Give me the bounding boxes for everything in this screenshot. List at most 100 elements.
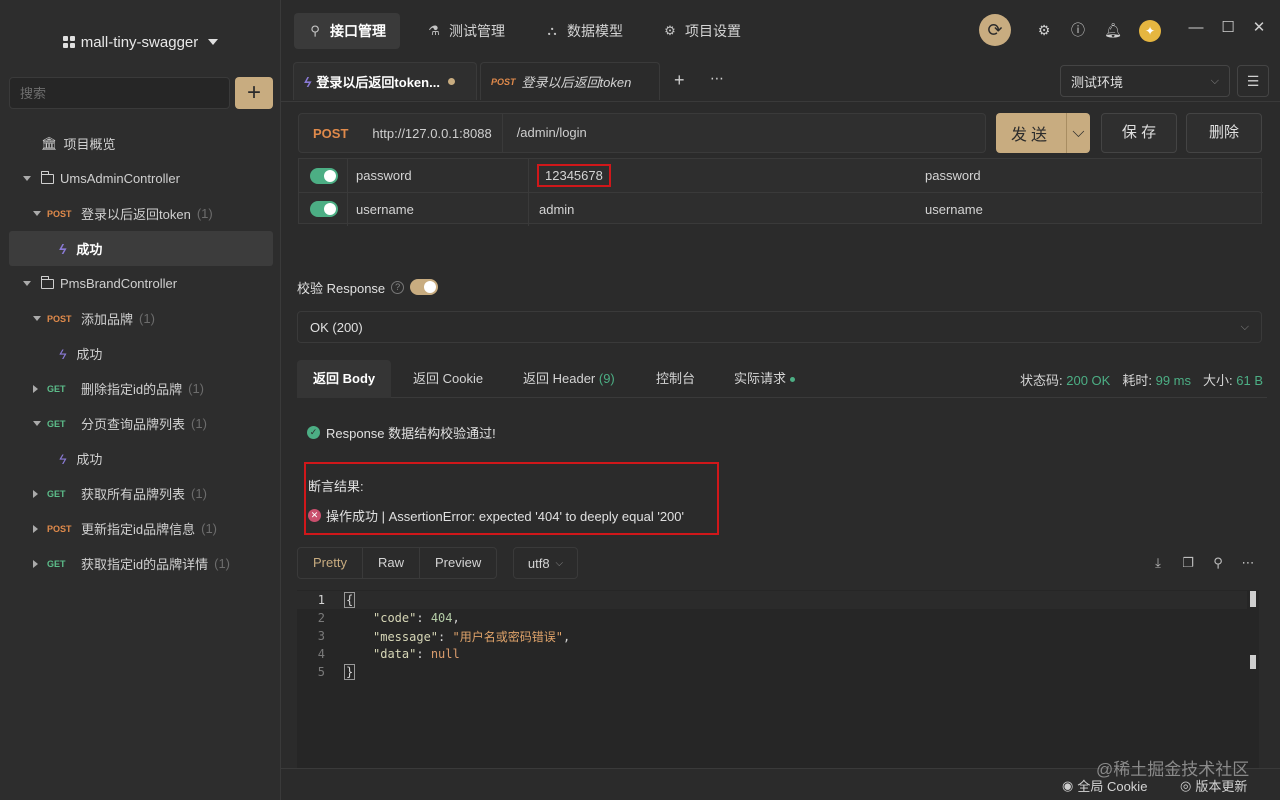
- tab-response-header[interactable]: 返回 Header (9): [507, 360, 631, 398]
- method-badge: POST: [47, 523, 72, 534]
- version-update-button[interactable]: ◎ 版本更新: [1180, 776, 1247, 795]
- chevron-down-icon: [33, 211, 41, 216]
- method-badge: GET: [47, 383, 66, 394]
- sidebar-case-success[interactable]: ϟ 成功: [9, 441, 273, 476]
- tab-label: 测试管理: [449, 23, 505, 39]
- send-label: 发送: [1010, 127, 1051, 144]
- scrollbar-thumb[interactable]: [1250, 591, 1256, 607]
- tab-response-body[interactable]: 返回 Body: [297, 360, 392, 398]
- count-badge: (9): [598, 371, 615, 386]
- download-icon[interactable]: ⤓: [1150, 555, 1166, 571]
- doc-tab-login-api[interactable]: POST 登录以后返回token: [480, 62, 660, 100]
- sidebar-api-login[interactable]: POST 登录以后返回token (1): [9, 196, 273, 231]
- base-url: http://127.0.0.1:8088: [372, 125, 492, 141]
- param-name[interactable]: password: [348, 159, 529, 192]
- chevron-down-icon[interactable]: ⌵: [1066, 113, 1090, 153]
- validate-label: 校验 Response: [297, 280, 386, 296]
- scrollbar-thumb[interactable]: [1250, 655, 1256, 669]
- project-switcher[interactable]: mall-tiny-swagger: [0, 30, 281, 54]
- more-icon[interactable]: ⋯: [710, 70, 724, 87]
- tab-api-management[interactable]: ⚲ 接口管理: [294, 13, 400, 49]
- sync-icon[interactable]: ⟳: [979, 14, 1011, 46]
- response-select[interactable]: OK (200) ⌵: [297, 311, 1262, 343]
- sidebar-item-label: 添加品牌: [81, 312, 134, 327]
- sidebar-item-label: 登录以后返回token: [81, 207, 191, 222]
- sidebar-item-overview[interactable]: 🏛︎ 项目概览: [9, 126, 273, 161]
- environment-select[interactable]: 测试环境 ⌵: [1060, 65, 1230, 97]
- sidebar-case-success[interactable]: ϟ 成功: [9, 231, 273, 266]
- update-icon: ◎: [1180, 777, 1192, 793]
- count-badge: (1): [196, 206, 213, 221]
- add-button[interactable]: +: [235, 77, 273, 109]
- sidebar-api-delete-brand[interactable]: GET 删除指定id的品牌 (1): [9, 371, 273, 406]
- minimize-icon[interactable]: —: [1186, 18, 1206, 38]
- bell-icon[interactable]: 🔔︎: [1103, 20, 1123, 40]
- enabled-toggle[interactable]: [310, 201, 338, 217]
- enabled-toggle[interactable]: [310, 167, 338, 184]
- sidebar-folder-umsadmin[interactable]: UmsAdminController: [9, 161, 273, 196]
- sidebar-folder-pmsbrand[interactable]: PmsBrandController: [9, 266, 273, 301]
- save-button[interactable]: 保 存: [1101, 113, 1177, 153]
- method-badge: GET: [47, 418, 66, 429]
- tab-label: 数据模型: [567, 23, 623, 39]
- param-value[interactable]: admin: [529, 193, 917, 226]
- tab-preview[interactable]: Preview: [420, 548, 496, 578]
- tab-actual-request[interactable]: 实际请求: [718, 360, 811, 398]
- help-icon[interactable]: ?: [391, 280, 405, 294]
- param-description[interactable]: password: [917, 159, 1261, 192]
- doc-tab-login-case[interactable]: ϟ 登录以后返回token...: [293, 62, 477, 100]
- chevron-right-icon: [33, 384, 38, 393]
- line-number: 1: [317, 593, 325, 607]
- encoding-select[interactable]: utf8 ⌵: [513, 547, 578, 579]
- url-bar[interactable]: POST http://127.0.0.1:8088 /admin/login: [298, 113, 986, 153]
- sidebar-item-label: 删除指定id的品牌: [81, 382, 183, 397]
- encoding-value: utf8: [527, 555, 550, 571]
- count-badge: (1): [191, 486, 207, 501]
- line-number: 2: [317, 611, 325, 625]
- menu-icon[interactable]: ☰: [1237, 65, 1269, 97]
- close-icon[interactable]: ✕: [1249, 18, 1269, 38]
- sidebar-api-add-brand[interactable]: POST 添加品牌 (1): [9, 301, 273, 336]
- sidebar-api-brand-detail[interactable]: GET 获取指定id的品牌详情 (1): [9, 546, 273, 581]
- sidebar-item-label: PmsBrandController: [60, 276, 178, 291]
- tab-raw[interactable]: Raw: [363, 548, 420, 578]
- assertion-message: 操作成功 | AssertionError: expected '404' to…: [326, 509, 684, 524]
- status-dot: [789, 377, 795, 383]
- count-badge: (1): [214, 556, 231, 571]
- folder-icon: [40, 275, 54, 289]
- add-tab-icon[interactable]: +: [674, 70, 685, 91]
- response-body-code[interactable]: 1 { 2 "code": 404, 3 "message": "用户名或密码错…: [297, 590, 1259, 768]
- tab-response-cookie[interactable]: 返回 Cookie: [397, 360, 499, 398]
- maximize-icon[interactable]: ☐: [1218, 18, 1238, 38]
- copy-icon[interactable]: ❐: [1180, 555, 1196, 571]
- settings-icon[interactable]: ⚙: [1034, 20, 1054, 40]
- sidebar-item-label: 项目概览: [63, 137, 116, 152]
- tab-data-model[interactable]: ⛬ 数据模型: [531, 13, 637, 49]
- send-button[interactable]: 发送 ⌵: [996, 113, 1090, 153]
- avatar[interactable]: ✦: [1139, 20, 1161, 42]
- tab-project-settings[interactable]: ⚙ 项目设置: [649, 13, 755, 49]
- search-icon[interactable]: ⚲: [1210, 555, 1226, 571]
- param-description[interactable]: username: [917, 193, 1261, 226]
- param-value-cell[interactable]: 12345678: [529, 159, 917, 192]
- gear-icon: ⚙: [664, 23, 676, 38]
- param-value: 12345678: [537, 164, 611, 187]
- sidebar-api-all-brands[interactable]: GET 获取所有品牌列表 (1): [9, 476, 273, 511]
- validate-toggle[interactable]: [410, 279, 439, 295]
- sidebar-case-success[interactable]: ϟ 成功: [9, 336, 273, 371]
- tab-test-management[interactable]: ⚗ 测试管理: [413, 13, 519, 49]
- search-input[interactable]: [9, 77, 230, 109]
- project-title: mall-tiny-swagger: [80, 33, 199, 51]
- sidebar-api-list-brands[interactable]: GET 分页查询品牌列表 (1): [9, 406, 273, 441]
- param-name[interactable]: username: [348, 192, 529, 226]
- tab-console[interactable]: 控制台: [640, 360, 711, 398]
- more-icon[interactable]: ⋯: [1240, 555, 1256, 571]
- help-icon[interactable]: ⓘ: [1068, 20, 1088, 40]
- request-method[interactable]: POST: [299, 126, 362, 141]
- sidebar-api-update-brand[interactable]: POST 更新指定id品牌信息 (1): [9, 511, 273, 546]
- global-cookie-button[interactable]: ◉ 全局 Cookie: [1062, 776, 1147, 795]
- tab-pretty[interactable]: Pretty: [298, 548, 363, 578]
- code-text: "message": "用户名或密码错误",: [373, 629, 571, 644]
- path-input[interactable]: /admin/login: [501, 113, 601, 153]
- delete-button[interactable]: 删除: [1186, 113, 1262, 153]
